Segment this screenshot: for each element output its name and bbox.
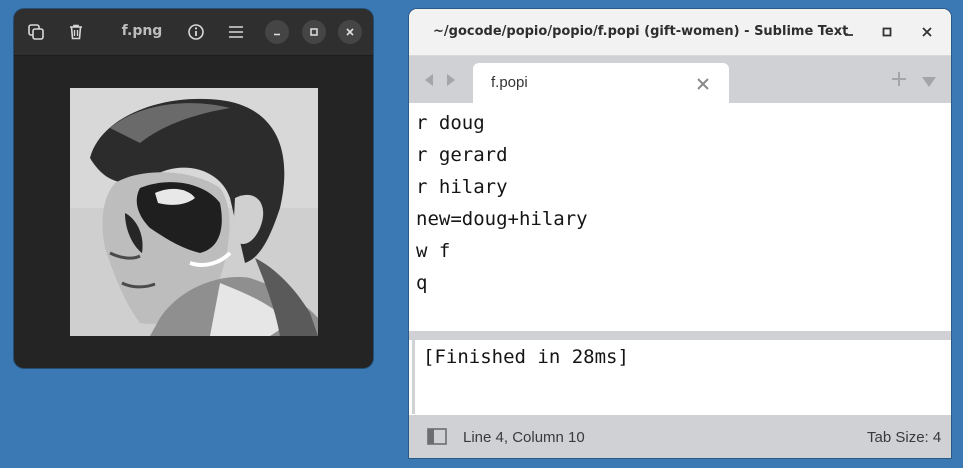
info-icon[interactable] (182, 18, 210, 46)
code-line: r gerard (416, 144, 508, 166)
tab-f-popi[interactable]: f.popi (473, 63, 729, 103)
code-line: r hilary (416, 176, 508, 198)
code-line: q (416, 272, 428, 294)
window-title: ~/gocode/popio/popio/f.popi (gift-women)… (433, 24, 849, 39)
sublime-titlebar: ~/gocode/popio/popio/f.popi (gift-women)… (409, 9, 951, 56)
minimize-icon[interactable] (841, 24, 857, 40)
cursor-position: Line 4, Column 10 (463, 429, 585, 446)
maximize-icon[interactable] (302, 20, 326, 44)
close-icon[interactable] (919, 24, 935, 40)
code-editor[interactable]: r doug r gerard r hilary new=doug+hilary… (409, 103, 951, 331)
portrait-image (70, 88, 318, 336)
maximize-icon[interactable] (879, 24, 895, 40)
menu-icon[interactable] (222, 18, 250, 46)
trash-icon[interactable] (62, 18, 90, 46)
panel-divider[interactable] (409, 331, 951, 340)
tab-label: f.popi (491, 74, 528, 91)
status-bar: Line 4, Column 10 Tab Size: 4 (409, 415, 951, 458)
minimize-icon[interactable] (265, 20, 289, 44)
sublime-text-window: ~/gocode/popio/popio/f.popi (gift-women)… (409, 9, 951, 458)
viewer-title: f.png (121, 23, 163, 39)
tab-dropdown-icon[interactable] (921, 73, 937, 92)
build-output-panel: [Finished in 28ms] (412, 340, 951, 414)
build-output-text: [Finished in 28ms] (423, 346, 629, 368)
tab-right-arrow-icon[interactable] (445, 72, 457, 91)
viewer-header-bar: f.png (14, 9, 373, 56)
code-line: r doug (416, 112, 485, 134)
tab-bar: f.popi (409, 56, 951, 103)
new-tab-plus-icon[interactable] (891, 71, 907, 91)
tab-left-arrow-icon[interactable] (423, 72, 435, 91)
code-line: w f (416, 240, 451, 262)
image-viewer-window: f.png (14, 9, 373, 368)
sidebar-toggle-icon[interactable] (427, 428, 447, 449)
code-line: new=doug+hilary (416, 208, 588, 230)
copy-icon[interactable] (22, 18, 50, 46)
tab-close-icon[interactable] (696, 76, 710, 90)
tab-size-indicator[interactable]: Tab Size: 4 (867, 429, 941, 446)
close-icon[interactable] (338, 20, 362, 44)
